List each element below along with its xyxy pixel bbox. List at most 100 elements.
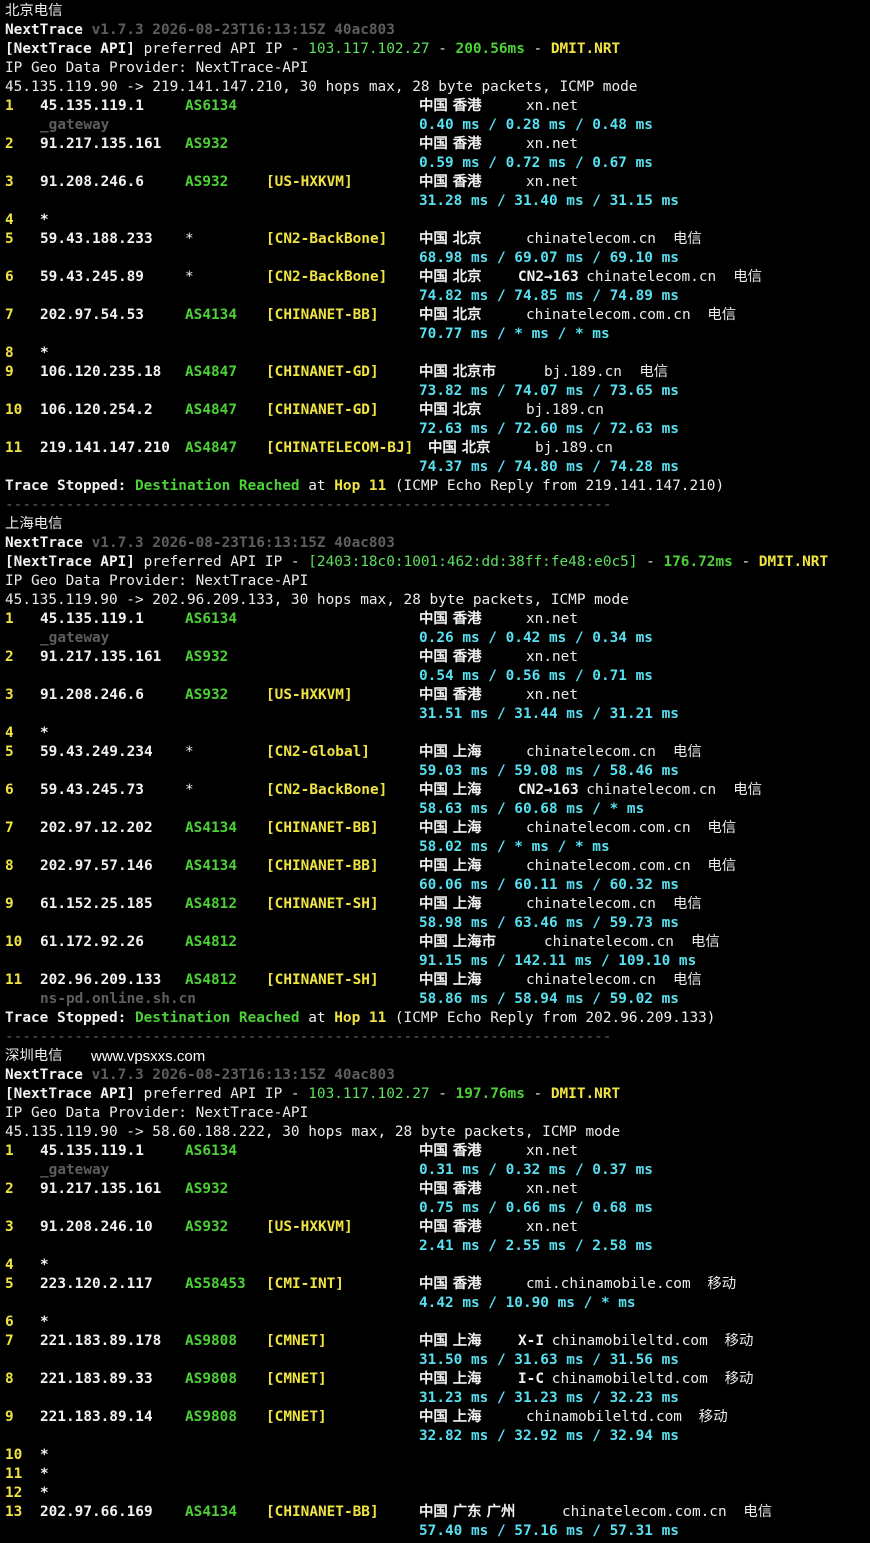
hop-domain: xn.net [526,98,578,114]
api-ip: 103.117.102.27 [308,1086,430,1102]
hop-ip: 202.97.66.169 [40,1504,153,1520]
hop-rtt: 58.63 ms / 60.68 ms / * ms [419,801,645,817]
hop-number: 11 [5,972,23,988]
hop-hostname: _gateway [40,117,110,133]
hop-row: 9 106.120.235.18 AS4847 [CHINANET-GD] 中国 北京市… [5,363,867,382]
version-line: NextTrace v1.7.3 2026-08-23T16:13:15Z 40… [5,534,867,553]
hop-isp: 电信 [673,972,702,988]
hop-network-tag: [US-HXKVM] [266,1219,353,1235]
hop-asn: AS932 [185,136,229,152]
route-line: 45.135.119.90 -> 58.60.188.222, 30 hops … [5,1123,867,1142]
hop-number: 7 [5,307,14,323]
hop-geo: 中国 上海 [419,1333,482,1349]
hop-ip: * [40,1314,49,1330]
hop-ip: 59.43.245.89 [40,269,144,285]
api-line: [NextTrace API] preferred API IP - 103.1… [5,1085,867,1104]
hop-ip: * [40,212,49,228]
hop-asn: AS4134 [185,820,237,836]
hop-ip: 59.43.249.234 [40,744,153,760]
hop-domain: chinatelecom.cn [526,744,656,760]
hop-rtt: 72.63 ms / 72.60 ms / 72.63 ms [419,421,679,437]
hop-isp: 电信 [673,896,702,912]
app-name: NextTrace [5,535,83,551]
hop-asn: AS932 [185,687,229,703]
hop-row: 13 202.97.66.169 AS4134 [CHINANET-BB] 中国 广东 … [5,1503,867,1522]
hop-isp: 电信 [707,858,737,874]
separator: ----------------------------------------… [5,1028,867,1047]
hop-rtt-row: ns-pd.online.sh.cn 58.86 ms / 58.94 ms / … [5,990,867,1009]
hop-network-tag: [US-HXKVM] [266,174,353,190]
hop-rtt: 4.42 ms / 10.90 ms / * ms [419,1295,636,1311]
hop-number: 8 [5,345,14,361]
version-text: v1.7.3 2026-08-23T16:13:15Z 40ac803 [82,22,395,38]
hop-asn: AS4134 [185,858,237,874]
api-latency: 197.76ms [455,1086,525,1102]
hop-domain: xn.net [526,611,578,627]
hop-network-tag: [CMNET] [266,1333,327,1349]
hop-hostname: _gateway [40,1162,110,1178]
hop-asn: AS4847 [185,402,237,418]
hop-number: 4 [5,212,14,228]
section-title: 北京电信 [5,2,867,21]
hop-ip: 202.96.209.133 [40,972,162,988]
hop-geo: 中国 上海 [419,1409,482,1425]
hop-ip: 221.183.89.178 [40,1333,162,1349]
hop-rtt: 58.02 ms / * ms / * ms [419,839,610,855]
hop-network-tag: [CN2-BackBone] [266,782,388,798]
hop-number: 8 [5,1371,14,1387]
hop-geo: 中国 香港 [419,1181,482,1197]
hop-domain: chinamobileltd.com [551,1333,708,1349]
hop-asn: AS4812 [185,896,237,912]
hop-isp: 电信 [707,820,737,836]
hop-isp: 移动 [707,1276,737,1292]
hop-ip: 59.43.245.73 [40,782,144,798]
hop-row: 9 61.152.25.185 AS4812 [CHINANET-SH] 中国 上海 ch… [5,895,867,914]
hop-network-tag: [CHINATELECOM-BJ] [266,440,414,456]
section-title: 深圳电信 www.vpsxxs.com [5,1047,867,1066]
route-text: 45.135.119.90 -> 219.141.147.210, 30 hop… [5,79,638,95]
hop-rtt: 74.82 ms / 74.85 ms / 74.89 ms [419,288,679,304]
hop-row: 8 202.97.57.146 AS4134 [CHINANET-BB] 中国 上海 ch… [5,857,867,876]
hop-asn: AS932 [185,1181,229,1197]
hop-row: 12 * [5,1484,867,1503]
hop-sub-route: CN2→163 [518,782,579,798]
geo-provider-text: IP Geo Data Provider: NextTrace-API [5,573,309,589]
hop-number: 4 [5,1257,14,1273]
hop-rtt: 31.51 ms / 31.44 ms / 31.21 ms [419,706,679,722]
hop-isp: 电信 [639,364,669,380]
geo-provider-line: IP Geo Data Provider: NextTrace-API [5,1104,867,1123]
hop-rtt: 58.86 ms / 58.94 ms / 59.02 ms [419,991,679,1007]
hop-ip: 219.141.147.210 [40,440,170,456]
hop-rtt-row: 57.40 ms / 57.16 ms / 57.31 ms [5,1522,867,1541]
hop-domain: xn.net [526,136,578,152]
hop-row: 11 * [5,1465,867,1484]
hop-rtt-row: 0.59 ms / 0.72 ms / 0.67 ms [5,154,867,173]
hop-domain: bj.189.cn [535,440,613,456]
hop-number: 6 [5,782,14,798]
hop-asn: AS4812 [185,934,237,950]
api-latency: 176.72ms [663,554,733,570]
hop-geo: 中国 北京 [419,231,482,247]
hop-number: 1 [5,98,14,114]
hop-ip: * [40,1466,49,1482]
geo-provider-line: IP Geo Data Provider: NextTrace-API [5,572,867,591]
hop-rtt: 57.40 ms / 57.16 ms / 57.31 ms [419,1523,679,1539]
hop-row: 3 91.208.246.6 AS932 [US-HXKVM] 中国 香港 xn.net [5,686,867,705]
hop-domain: bj.189.cn [526,402,604,418]
api-text: preferred API IP - [134,1086,309,1102]
api-line: [NextTrace API] preferred API IP - 103.1… [5,40,867,59]
hop-asn: * [185,231,194,247]
hop-domain: xn.net [526,1143,578,1159]
trace-stopped-label: Trace Stopped: [5,1010,127,1026]
hop-domain: chinamobileltd.com [526,1409,682,1425]
hop-ip: 91.217.135.161 [40,649,162,665]
hop-network-tag: [CN2-BackBone] [266,269,388,285]
hop-rtt: 31.28 ms / 31.40 ms / 31.15 ms [419,193,679,209]
hop-asn: AS6134 [185,98,237,114]
api-node: DMIT.NRT [550,41,621,57]
terminal-output: 北京电信 NextTrace v1.7.3 2026-08-23T16:13:15… [5,2,867,1541]
hop-geo: 中国 上海市 [419,934,496,950]
hop-domain: chinatelecom.cn [526,896,656,912]
hop-domain: chinatelecom.com.cn [526,820,691,836]
hop-isp: 电信 [743,1504,773,1520]
